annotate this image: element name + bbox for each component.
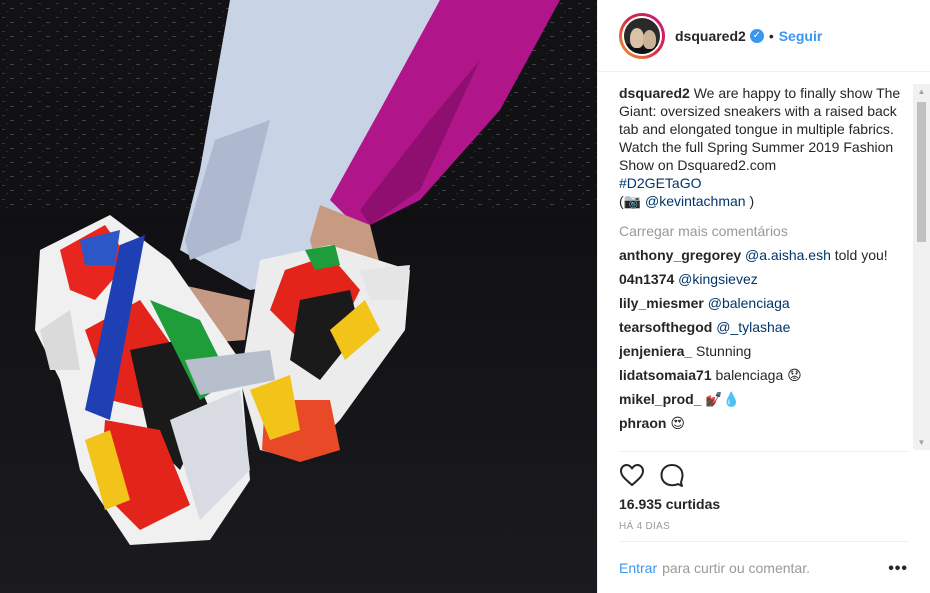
caption-credit-user[interactable]: @kevintachman bbox=[645, 193, 746, 209]
comment-username[interactable]: phraon bbox=[619, 415, 666, 431]
comment-row: jenjeniera_ Stunning bbox=[619, 342, 904, 360]
comments-scrollbar[interactable]: ▲ ▼ bbox=[913, 84, 930, 450]
caption-text-2: Watch the full Spring Summer 2019 Fashio… bbox=[619, 139, 894, 173]
login-link[interactable]: Entrar bbox=[619, 560, 657, 576]
comment-row: anthony_gregorey @a.aisha.esh told you! bbox=[619, 246, 904, 264]
comment-text: told you! bbox=[830, 247, 888, 263]
post-caption: dsquared2 We are happy to finally show T… bbox=[619, 84, 904, 210]
caption-credit-open: (📷 bbox=[619, 193, 645, 209]
avatar[interactable] bbox=[619, 12, 665, 59]
comment-text: 😍 bbox=[670, 415, 685, 431]
scroll-down-arrow-icon[interactable]: ▼ bbox=[913, 435, 930, 450]
post-actions: 16.935 curtidas HÁ 4 DIAS bbox=[619, 451, 909, 541]
post-header: dsquared2 ✓ • Seguir bbox=[598, 0, 930, 72]
comment-username[interactable]: lidatsomaia71 bbox=[619, 367, 712, 383]
comment-username[interactable]: tearsofthegod bbox=[619, 319, 712, 335]
comment-row: phraon 😍 bbox=[619, 414, 904, 432]
header-separator: • bbox=[768, 27, 774, 44]
scroll-up-arrow-icon[interactable]: ▲ bbox=[913, 84, 930, 99]
post-side-panel: dsquared2 ✓ • Seguir dsquared2 We are ha… bbox=[597, 0, 930, 593]
comment-mention[interactable]: @balenciaga bbox=[708, 295, 790, 311]
comment-text: balenciaga 😟 bbox=[715, 367, 802, 383]
comment-username[interactable]: mikel_prod_ bbox=[619, 391, 701, 407]
comments-list: dsquared2 We are happy to finally show T… bbox=[619, 84, 904, 449]
post-photo[interactable] bbox=[0, 0, 597, 593]
comment-row: lidatsomaia71 balenciaga 😟 bbox=[619, 366, 904, 384]
load-more-comments-button[interactable]: Carregar mais comentários bbox=[619, 222, 904, 240]
login-prompt: Entrar para curtir ou comentar. bbox=[619, 541, 909, 593]
more-options-icon[interactable]: ••• bbox=[888, 560, 908, 578]
comment-username[interactable]: jenjeniera_ bbox=[619, 343, 692, 359]
post-timestamp[interactable]: HÁ 4 DIAS bbox=[619, 521, 670, 532]
scrollbar-thumb[interactable] bbox=[917, 102, 926, 242]
comment-username[interactable]: 04n1374 bbox=[619, 271, 674, 287]
comment-row: mikel_prod_ 💅🏿💧 bbox=[619, 390, 904, 408]
comment-text: Stunning bbox=[696, 343, 752, 359]
comment-row: 04n1374 @kingsievez bbox=[619, 270, 904, 288]
caption-username[interactable]: dsquared2 bbox=[619, 85, 690, 101]
action-icons bbox=[619, 463, 699, 489]
comment-username[interactable]: lily_miesmer bbox=[619, 295, 704, 311]
login-prompt-text: para curtir ou comentar. bbox=[662, 559, 810, 576]
like-heart-icon[interactable] bbox=[619, 463, 659, 489]
verified-badge-icon: ✓ bbox=[749, 28, 764, 43]
caption-credit-close: ) bbox=[745, 193, 755, 209]
header-username[interactable]: dsquared2 bbox=[675, 28, 746, 44]
comment-mention[interactable]: @a.aisha.esh bbox=[745, 247, 831, 263]
comment-row: tearsofthegod @_tylashae bbox=[619, 318, 904, 336]
instagram-post-modal: dsquared2 ✓ • Seguir dsquared2 We are ha… bbox=[0, 0, 930, 593]
comment-username[interactable]: anthony_gregorey bbox=[619, 247, 741, 263]
comment-text: 💅🏿💧 bbox=[705, 391, 741, 407]
comment-mention[interactable]: @_tylashae bbox=[716, 319, 790, 335]
likes-count[interactable]: 16.935 curtidas bbox=[619, 496, 720, 512]
sneakers-photo-illustration bbox=[0, 0, 597, 593]
comment-bubble-icon[interactable] bbox=[659, 463, 699, 489]
comment-row: lily_miesmer @balenciaga bbox=[619, 294, 904, 312]
comment-mention[interactable]: @kingsievez bbox=[678, 271, 758, 287]
follow-button[interactable]: Seguir bbox=[779, 28, 823, 44]
caption-hashtag[interactable]: #D2GETaGO bbox=[619, 175, 701, 191]
avatar-image bbox=[622, 15, 662, 56]
